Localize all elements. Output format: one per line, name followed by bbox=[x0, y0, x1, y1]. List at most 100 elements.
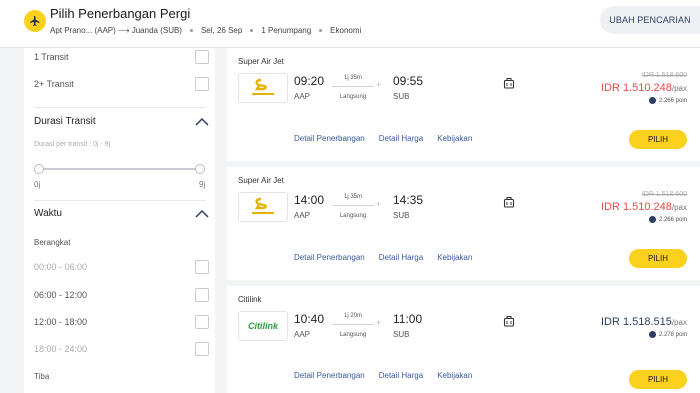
points-icon bbox=[648, 97, 656, 104]
price: IDR 1.518.515/pax bbox=[601, 316, 687, 328]
price-detail-link[interactable]: Detail Harga bbox=[379, 134, 423, 143]
filter-label: 1 Transit bbox=[34, 52, 69, 62]
page-header: Pilih Penerbangan Pergi Apt Prano... (AA… bbox=[0, 0, 700, 48]
slider-min-label: 0j bbox=[34, 180, 41, 189]
cabin-text: Ekonomi bbox=[330, 26, 362, 35]
select-button[interactable]: PILIH bbox=[629, 249, 687, 268]
time-slot-0000-0600[interactable]: 00:00 - 06:00 bbox=[34, 257, 209, 277]
baggage-icon bbox=[503, 196, 515, 208]
duration-line bbox=[332, 205, 374, 206]
arrival-time: 09:55 bbox=[393, 74, 424, 88]
checkbox[interactable] bbox=[195, 342, 209, 356]
flight-card[interactable]: Super Air Jet 09:20 AAP 1j 35m Langsung … bbox=[227, 48, 700, 161]
duration-slider-track[interactable] bbox=[38, 168, 200, 170]
arrive-label: Tiba bbox=[34, 372, 50, 381]
select-button[interactable]: PILIH bbox=[629, 370, 687, 389]
card-links: Detail Penerbangan Detail Harga Kebijaka… bbox=[294, 134, 472, 143]
section-title: Waktu bbox=[34, 208, 62, 219]
points-text: 2.278 poin bbox=[658, 331, 687, 338]
duration-section-header[interactable]: Durasi Transit bbox=[34, 116, 209, 127]
price: IDR 1.510.248/pax bbox=[601, 201, 687, 213]
original-price: IDR 1.518.600 bbox=[641, 191, 687, 198]
stops-text: Langsung bbox=[339, 332, 367, 338]
price-value: IDR 1.510.248 bbox=[600, 201, 672, 213]
price: IDR 1.510.248/pax bbox=[601, 82, 687, 94]
plus-icon: + bbox=[376, 199, 382, 209]
departure-code: AAP bbox=[294, 330, 311, 339]
checkbox[interactable] bbox=[195, 260, 209, 274]
price-value: IDR 1.518.515 bbox=[600, 316, 672, 328]
chevron-up-icon[interactable] bbox=[195, 209, 209, 218]
arrival-code: SUB bbox=[393, 92, 410, 101]
reward-points: 2.266 poin bbox=[648, 216, 687, 223]
price-detail-link[interactable]: Detail Harga bbox=[379, 371, 423, 380]
arrival-time: 11:00 bbox=[393, 312, 423, 326]
card-links: Detail Penerbangan Detail Harga Kebijaka… bbox=[294, 253, 472, 262]
plus-icon: + bbox=[376, 318, 382, 328]
search-summary: Apt Prano... (AAP) ⟶ Juanda (SUB) Sel, 2… bbox=[50, 26, 361, 35]
departure-time: 14:00 bbox=[294, 193, 325, 207]
arrival-code: SUB bbox=[393, 330, 410, 339]
separator-dot bbox=[250, 29, 254, 32]
slot-label: 12:00 - 18:00 bbox=[34, 317, 88, 327]
filter-transit-1[interactable]: 1 Transit bbox=[34, 47, 209, 67]
points-text: 2.266 poin bbox=[658, 216, 687, 223]
flight-detail-link[interactable]: Detail Penerbangan bbox=[294, 253, 365, 262]
flight-duration: 1j 35m bbox=[343, 194, 362, 200]
stops-text: Langsung bbox=[339, 94, 367, 100]
divider bbox=[34, 107, 206, 108]
departure-time: 10:40 bbox=[294, 312, 325, 326]
page-title: Pilih Penerbangan Pergi bbox=[50, 6, 191, 21]
card-links: Detail Penerbangan Detail Harga Kebijaka… bbox=[294, 371, 472, 380]
price-detail-link[interactable]: Detail Harga bbox=[379, 253, 423, 262]
original-price: IDR 1.518.600 bbox=[641, 72, 687, 79]
passenger-text: 1 Penumpang bbox=[261, 26, 312, 35]
policy-link[interactable]: Kebijakan bbox=[437, 134, 472, 143]
filter-transit-2plus[interactable]: 2+ Transit bbox=[34, 74, 209, 94]
policy-link[interactable]: Kebijakan bbox=[437, 371, 472, 380]
reward-points: 2.266 poin bbox=[648, 97, 687, 104]
chevron-up-icon[interactable] bbox=[195, 117, 209, 126]
duration-line bbox=[332, 86, 374, 87]
slider-max-handle[interactable] bbox=[195, 164, 205, 174]
flight-card[interactable]: Super Air Jet 14:00 AAP 1j 35m Langsung … bbox=[227, 167, 700, 280]
airline-logo bbox=[238, 192, 288, 222]
separator-dot bbox=[189, 29, 193, 32]
plus-icon: + bbox=[376, 80, 382, 90]
airline-logo: Citilink bbox=[238, 311, 288, 341]
select-button[interactable]: PILIH bbox=[629, 130, 687, 149]
stops-text: Langsung bbox=[339, 213, 367, 219]
checkbox[interactable] bbox=[195, 50, 209, 64]
airline-name: Citilink bbox=[238, 295, 262, 304]
points-icon bbox=[648, 216, 656, 223]
flight-detail-link[interactable]: Detail Penerbangan bbox=[294, 371, 365, 380]
slider-min-handle[interactable] bbox=[34, 164, 44, 174]
baggage-icon bbox=[503, 315, 515, 327]
time-slot-0600-1200[interactable]: 06:00 - 12:00 bbox=[34, 285, 209, 305]
reward-points: 2.278 poin bbox=[648, 331, 687, 338]
filter-label: 2+ Transit bbox=[34, 79, 74, 89]
points-text: 2.266 poin bbox=[658, 97, 687, 104]
flight-detail-link[interactable]: Detail Penerbangan bbox=[294, 134, 365, 143]
airline-logo bbox=[238, 73, 288, 103]
departure-code: AAP bbox=[294, 92, 311, 101]
separator-dot bbox=[319, 29, 323, 32]
departure-code: AAP bbox=[294, 211, 311, 220]
flight-card[interactable]: Citilink Citilink 10:40 AAP 1j 20m Langs… bbox=[227, 286, 700, 393]
airline-name: Super Air Jet bbox=[238, 176, 284, 185]
section-title: Durasi Transit bbox=[34, 116, 96, 127]
time-slot-1200-1800[interactable]: 12:00 - 18:00 bbox=[34, 312, 209, 332]
slider-max-label: 9j bbox=[199, 180, 206, 189]
checkbox[interactable] bbox=[195, 315, 209, 329]
policy-link[interactable]: Kebijakan bbox=[437, 253, 472, 262]
price-unit: /pax bbox=[671, 84, 687, 93]
duration-line bbox=[332, 324, 374, 325]
divider bbox=[34, 200, 206, 201]
time-section-header[interactable]: Waktu bbox=[34, 208, 209, 219]
departure-time: 09:20 bbox=[294, 74, 325, 88]
checkbox[interactable] bbox=[195, 288, 209, 302]
slot-label: 00:00 - 06:00 bbox=[34, 262, 88, 272]
checkbox[interactable] bbox=[195, 77, 209, 91]
change-search-button[interactable]: UBAH PENCARIAN bbox=[600, 6, 700, 34]
time-slot-1800-2400[interactable]: 18:00 - 24:00 bbox=[34, 339, 209, 359]
